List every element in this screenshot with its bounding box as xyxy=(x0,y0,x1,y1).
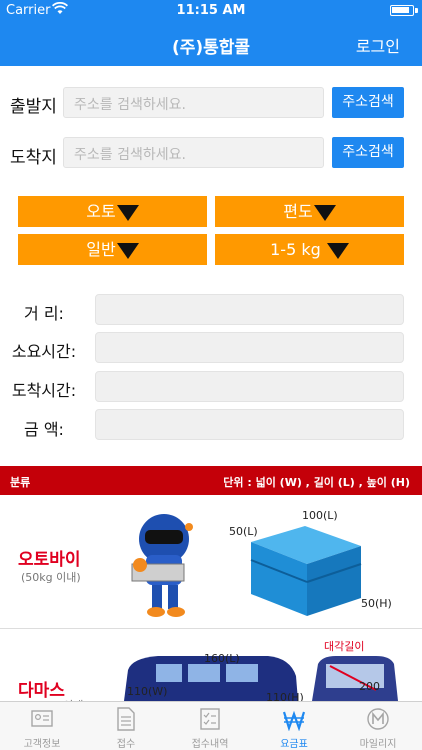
category-header: 분류 xyxy=(10,476,31,489)
box-height-label: 50(H) xyxy=(361,597,392,610)
duration-label: 소요시간: xyxy=(11,342,77,361)
service-type-value: 일반 xyxy=(86,240,116,259)
tab-label: 고객정보 xyxy=(23,739,61,750)
damas-interior-illustration xyxy=(312,656,398,701)
motorcycle-name: 오토바이 xyxy=(18,550,81,570)
login-button[interactable]: 로그인 xyxy=(356,33,400,57)
trip-type-value: 편도 xyxy=(283,202,313,221)
tab-label: 접수내역 xyxy=(191,739,229,750)
diagonal-length-label: 대각길이 xyxy=(324,640,365,653)
damas-width-label: 110(W) xyxy=(127,685,168,698)
dropdown-arrow-icon xyxy=(116,205,139,221)
tab-customer-info[interactable]: 고객정보 xyxy=(0,702,84,750)
destination-address-input[interactable]: 주소를 검색하세요. xyxy=(63,137,324,168)
document-icon xyxy=(117,707,135,731)
distance-field xyxy=(95,294,404,325)
service-type-dropdown[interactable]: 일반 xyxy=(18,234,207,265)
mileage-icon xyxy=(367,708,389,730)
checklist-icon xyxy=(200,708,220,730)
battery-icon xyxy=(390,5,414,16)
dropdown-arrow-icon xyxy=(116,243,139,259)
diagonal-length-value: 200 xyxy=(359,680,380,693)
status-time: 11:15 AM xyxy=(176,3,246,18)
tab-rate-table[interactable]: 요금표 xyxy=(252,702,336,750)
tab-receipt-history[interactable]: 접수내역 xyxy=(168,702,252,750)
status-bar: Carrier 11:15 AM xyxy=(0,0,422,22)
origin-search-button[interactable]: 주소검색 xyxy=(332,87,404,118)
origin-address-input[interactable]: 주소를 검색하세요. xyxy=(63,87,324,118)
rate-table-header: 분류 단위 : 넓이 (W) , 길이 (L) , 높이 (H) xyxy=(0,466,422,495)
unit-header: 단위 : 넓이 (W) , 길이 (L) , 높이 (H) xyxy=(223,476,410,489)
dropdown-arrow-icon xyxy=(313,205,336,221)
tab-label: 마일리지 xyxy=(359,739,397,750)
box-length-label: 50(L) xyxy=(229,525,258,538)
damas-length-label: 160(L) xyxy=(204,652,240,665)
tab-bar: 고객정보 접수 접수내역 요금표 마일리지 xyxy=(0,701,422,750)
weight-dropdown[interactable]: 1-5 kg xyxy=(215,234,404,265)
delivery-box-illustration xyxy=(250,526,362,616)
vehicle-type-value: 오토 xyxy=(86,202,116,221)
amount-label: 금 액: xyxy=(24,420,64,439)
courier-character-illustration xyxy=(131,514,193,617)
won-icon xyxy=(283,710,305,731)
battery-tip xyxy=(415,8,418,13)
weight-value: 1-5 kg xyxy=(270,240,321,259)
amount-field xyxy=(95,409,404,440)
nav-bar: (주)통합콜 로그인 xyxy=(0,22,422,66)
vehicle-type-dropdown[interactable]: 오토 xyxy=(18,196,207,227)
destination-search-button[interactable]: 주소검색 xyxy=(332,137,404,168)
destination-label: 도착지 xyxy=(10,148,57,168)
duration-field xyxy=(95,332,404,363)
distance-label: 거 리: xyxy=(24,304,64,323)
tab-label: 접수 xyxy=(116,739,136,750)
arrival-label: 도착시간: xyxy=(11,381,77,400)
arrival-field xyxy=(95,371,404,402)
customer-card-icon xyxy=(31,710,53,727)
row-divider xyxy=(0,628,422,629)
tab-label: 요금표 xyxy=(280,739,308,750)
box-width-label: 100(L) xyxy=(302,509,338,522)
tab-mileage[interactable]: 마일리지 xyxy=(336,702,420,750)
dropdown-arrow-icon xyxy=(326,243,349,259)
trip-type-dropdown[interactable]: 편도 xyxy=(215,196,404,227)
tab-receipt[interactable]: 접수 xyxy=(84,702,168,750)
origin-label: 출발지 xyxy=(10,97,57,117)
motorcycle-limit: (50kg 이내) xyxy=(21,571,81,584)
